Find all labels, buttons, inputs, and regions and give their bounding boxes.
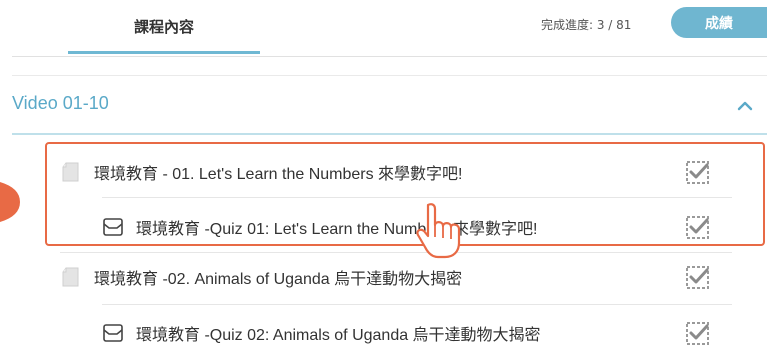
progress-text: 完成進度: 3 / 81	[541, 18, 632, 32]
tab-bar-divider	[12, 56, 767, 57]
checkbox-checked-icon	[686, 266, 709, 289]
grades-button-label: 成績	[705, 15, 733, 32]
section-title[interactable]: Video 01-10	[12, 93, 109, 114]
row-divider	[60, 252, 732, 253]
tab-course-content[interactable]: 課程內容	[68, 0, 260, 52]
tab-active-indicator	[68, 51, 260, 54]
quiz-icon	[103, 324, 123, 342]
tab-course-content-label: 課程內容	[133, 17, 194, 36]
row-divider	[102, 304, 732, 305]
tab-bar: 課程內容 完成進度: 3 / 81 成績	[0, 0, 767, 56]
pointer-arrow-icon	[0, 182, 20, 222]
grades-button[interactable]: 成績	[671, 7, 767, 38]
pointer-hand-icon	[416, 203, 461, 259]
lesson-item-label: 環境教育 -02. Animals of Uganda 烏干達動物大揭密	[94, 271, 463, 288]
quiz-item-label: 環境教育 -Quiz 02: Animals of Uganda 烏干達動物大揭…	[136, 327, 541, 344]
document-icon	[62, 267, 79, 287]
highlight-frame	[45, 142, 765, 246]
checkbox-checked-icon	[686, 322, 709, 345]
chevron-up-icon[interactable]	[736, 98, 754, 112]
quiz-item-02[interactable]: 環境教育 -Quiz 02: Animals of Uganda 烏干達動物大揭…	[102, 311, 767, 355]
section-divider	[12, 133, 767, 135]
header-divider	[12, 75, 767, 76]
lesson-item-02[interactable]: 環境教育 -02. Animals of Uganda 烏干達動物大揭密	[60, 255, 767, 299]
